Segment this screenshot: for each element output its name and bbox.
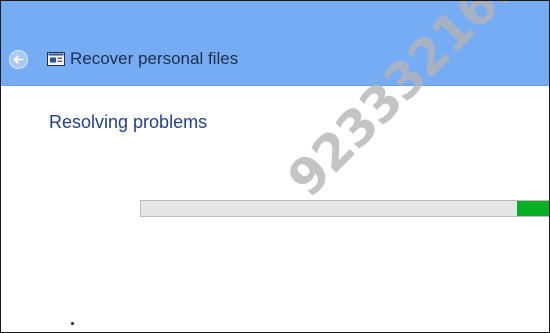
- decorative-dot: [71, 322, 74, 325]
- back-button[interactable]: [9, 50, 28, 69]
- title-bar: Recover personal files: [1, 1, 549, 86]
- recovery-app-icon: [47, 52, 65, 66]
- status-heading: Resolving problems: [49, 112, 208, 132]
- progress-bar: [140, 200, 549, 217]
- recover-files-window: Recover personal files Resolving problem…: [0, 0, 550, 333]
- window-title: Recover personal files: [70, 49, 239, 68]
- back-arrow-icon: [9, 50, 28, 69]
- progress-bar-fill: [517, 201, 549, 216]
